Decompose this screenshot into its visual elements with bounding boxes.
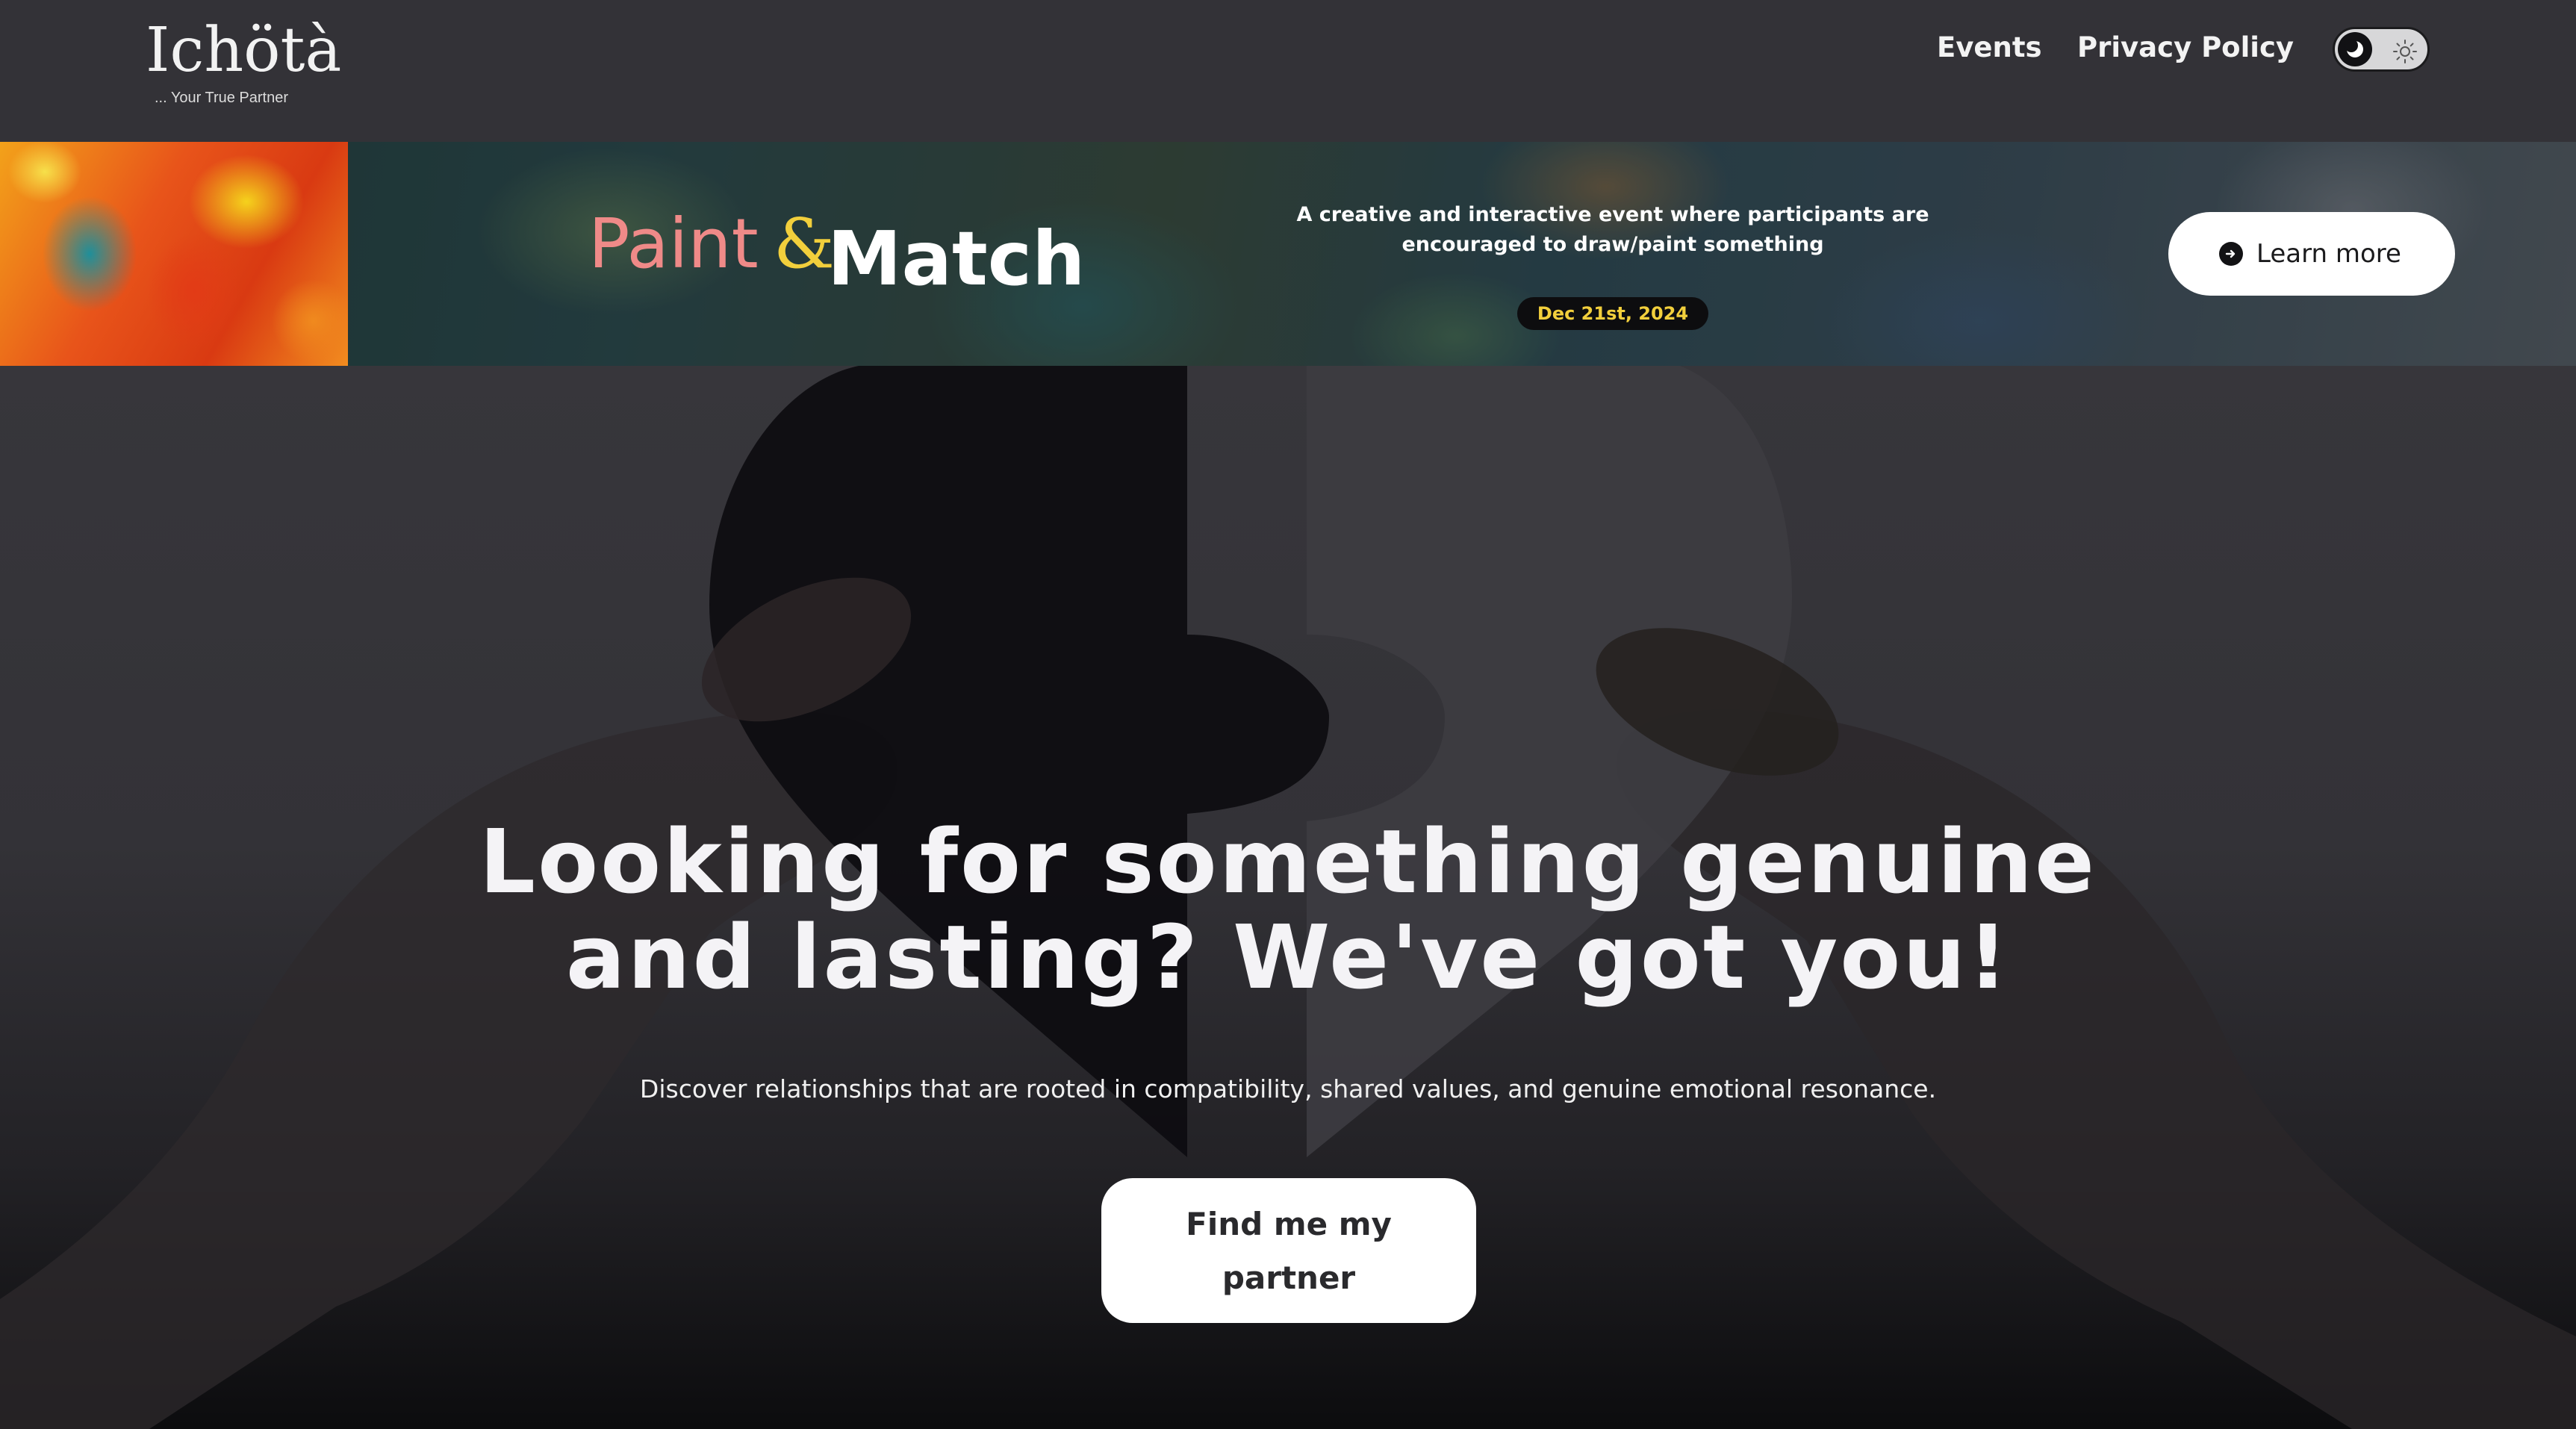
theme-toggle[interactable]: [2333, 27, 2430, 72]
event-date-badge: Dec 21st, 2024: [1517, 297, 1708, 330]
hero-title: Looking for something genuine and lastin…: [0, 814, 2576, 1005]
find-partner-button[interactable]: Find me my partner: [1101, 1178, 1476, 1323]
event-brand-paint: Paint: [588, 204, 759, 284]
hero-title-line-2: and lasting? We've got you!: [565, 906, 2011, 1009]
find-partner-label: Find me my partner: [1101, 1198, 1476, 1305]
event-banner: Paint & Match A creative and interactive…: [0, 142, 2576, 366]
nav-link-privacy-policy[interactable]: Privacy Policy: [2077, 25, 2294, 70]
hero-subtitle: Discover relationships that are rooted i…: [639, 1074, 1937, 1103]
event-brand-match: Match: [827, 215, 1086, 302]
find-partner-label-line-2: partner: [1222, 1260, 1356, 1296]
site-header: Ichötà ... Your True Partner Events Priv…: [0, 0, 2576, 142]
main-nav: Events Privacy Policy: [0, 25, 2576, 70]
learn-more-button[interactable]: Learn more: [2168, 212, 2455, 296]
event-description: A creative and interactive event where p…: [1296, 203, 1929, 256]
logo-tagline: ... Your True Partner: [155, 90, 288, 106]
banner-content: Paint & Match A creative and interactive…: [0, 142, 2576, 366]
moon-icon: [2345, 39, 2363, 57]
find-partner-label-line-1: Find me my: [1186, 1206, 1392, 1242]
page: Ichötà ... Your True Partner Events Priv…: [0, 0, 2576, 1429]
sun-icon: [2393, 40, 2417, 63]
nav-link-events[interactable]: Events: [1937, 25, 2042, 70]
toggle-knob: [2338, 32, 2372, 66]
event-brand-ampersand: &: [774, 204, 835, 284]
learn-more-label: Learn more: [2256, 239, 2401, 269]
hero-title-line-1: Looking for something genuine: [479, 810, 2097, 913]
arrow-right-circle-icon: [2219, 242, 2243, 266]
hero-section: Looking for something genuine and lastin…: [0, 366, 2576, 1429]
